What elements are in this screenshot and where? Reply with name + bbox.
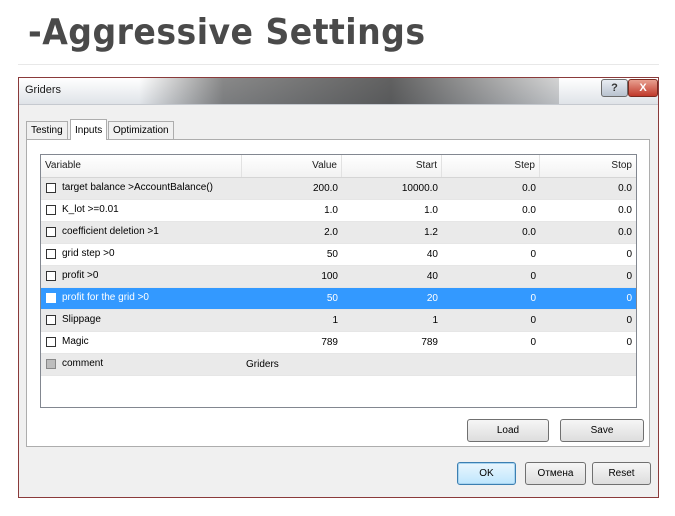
value-cell[interactable]: 200.0	[242, 178, 342, 199]
optimize-checkbox[interactable]	[46, 227, 56, 237]
tab-testing[interactable]: Testing	[26, 121, 68, 139]
titlebar-background-chart	[139, 78, 559, 104]
tab-optimization[interactable]: Optimization	[108, 121, 174, 139]
value-cell[interactable]: 1	[242, 310, 342, 331]
start-cell[interactable]: 40	[342, 244, 442, 265]
ok-button[interactable]: OK	[457, 462, 516, 485]
step-cell[interactable]: 0	[442, 310, 540, 331]
step-cell[interactable]: 0.0	[442, 200, 540, 221]
window-titlebar[interactable]: Griders ? X	[19, 78, 658, 105]
optimize-checkbox[interactable]	[46, 249, 56, 259]
start-cell[interactable]: 789	[342, 332, 442, 353]
load-button[interactable]: Load	[467, 419, 549, 442]
stop-cell[interactable]: 0	[540, 266, 636, 287]
start-cell[interactable]: 1.0	[342, 200, 442, 221]
stop-cell[interactable]: 0	[540, 288, 636, 309]
table-row[interactable]: target balance >AccountBalance() 200.0 100…	[41, 178, 636, 200]
stop-cell[interactable]: 0.0	[540, 222, 636, 243]
griders-dialog: Griders ? X Testing Inputs Optimization …	[18, 77, 659, 498]
help-button[interactable]: ?	[601, 79, 628, 97]
slide-title: -Aggressive Settings	[28, 12, 426, 53]
value-cell[interactable]: 1.0	[242, 200, 342, 221]
table-row[interactable]: coefficient deletion >1 2.0 1.2 0.0 0.0	[41, 222, 636, 244]
value-cell[interactable]: 100	[242, 266, 342, 287]
variable-label: comment	[62, 358, 104, 369]
variable-label: profit >0	[62, 270, 99, 281]
variable-cell: comment	[41, 354, 242, 375]
table-body: target balance >AccountBalance() 200.0 100…	[41, 178, 636, 376]
stop-cell[interactable]: 0	[540, 332, 636, 353]
variable-label: profit for the grid >0	[62, 292, 149, 303]
table-header: Variable Value Start Step Stop	[41, 155, 636, 178]
optimize-checkbox[interactable]	[46, 315, 56, 325]
variable-cell: target balance >AccountBalance()	[41, 178, 242, 199]
optimize-checkbox[interactable]	[46, 293, 56, 303]
close-button[interactable]: X	[628, 79, 658, 97]
tab-inputs[interactable]: Inputs	[70, 119, 108, 140]
variable-cell: grid step >0	[41, 244, 242, 265]
value-cell[interactable]: 50	[242, 244, 342, 265]
variable-label: K_lot >=0.01	[62, 204, 119, 215]
variable-cell: profit >0	[41, 266, 242, 287]
step-cell[interactable]: 0	[442, 266, 540, 287]
variable-cell: Magic	[41, 332, 242, 353]
cancel-button[interactable]: Отмена	[525, 462, 586, 485]
variable-label: target balance >AccountBalance()	[62, 182, 213, 193]
optimize-checkbox	[46, 359, 56, 369]
start-cell[interactable]: 10000.0	[342, 178, 442, 199]
save-button[interactable]: Save	[560, 419, 644, 442]
optimize-checkbox[interactable]	[46, 205, 56, 215]
table-row[interactable]: comment Griders	[41, 354, 636, 376]
table-row[interactable]: K_lot >=0.01 1.0 1.0 0.0 0.0	[41, 200, 636, 222]
start-cell[interactable]: 1	[342, 310, 442, 331]
variable-cell: Slippage	[41, 310, 242, 331]
variable-label: Slippage	[62, 314, 101, 325]
variable-cell: K_lot >=0.01	[41, 200, 242, 221]
start-cell[interactable]: 1.2	[342, 222, 442, 243]
stop-cell[interactable]: 0.0	[540, 178, 636, 199]
value-cell[interactable]: 789	[242, 332, 342, 353]
column-header-start[interactable]: Start	[342, 155, 442, 177]
start-cell[interactable]: 20	[342, 288, 442, 309]
start-cell[interactable]: 40	[342, 266, 442, 287]
stop-cell[interactable]: 0.0	[540, 200, 636, 221]
table-row[interactable]: profit for the grid >0 50 20 0 0	[41, 288, 636, 310]
variable-label: coefficient deletion >1	[62, 226, 159, 237]
table-row[interactable]: Slippage 1 1 0 0	[41, 310, 636, 332]
table-row[interactable]: Magic 789 789 0 0	[41, 332, 636, 354]
optimize-checkbox[interactable]	[46, 271, 56, 281]
inputs-table: Variable Value Start Step Stop target ba…	[40, 154, 637, 408]
step-cell[interactable]: 0	[442, 288, 540, 309]
step-cell[interactable]: 0.0	[442, 178, 540, 199]
variable-cell: profit for the grid >0	[41, 288, 242, 309]
column-header-value[interactable]: Value	[242, 155, 342, 177]
variable-cell: coefficient deletion >1	[41, 222, 242, 243]
column-header-variable[interactable]: Variable	[41, 155, 242, 177]
step-cell[interactable]: 0.0	[442, 222, 540, 243]
column-header-step[interactable]: Step	[442, 155, 540, 177]
title-divider	[18, 64, 659, 65]
value-cell[interactable]: Griders	[242, 354, 636, 375]
stop-cell[interactable]: 0	[540, 244, 636, 265]
optimize-checkbox[interactable]	[46, 337, 56, 347]
step-cell[interactable]: 0	[442, 244, 540, 265]
table-row[interactable]: profit >0 100 40 0 0	[41, 266, 636, 288]
column-header-stop[interactable]: Stop	[540, 155, 636, 177]
optimize-checkbox[interactable]	[46, 183, 56, 193]
table-row[interactable]: grid step >0 50 40 0 0	[41, 244, 636, 266]
step-cell[interactable]: 0	[442, 332, 540, 353]
value-cell[interactable]: 50	[242, 288, 342, 309]
variable-label: grid step >0	[62, 248, 115, 259]
stop-cell[interactable]: 0	[540, 310, 636, 331]
variable-label: Magic	[62, 336, 89, 347]
inputs-panel: Variable Value Start Step Stop target ba…	[26, 139, 650, 447]
reset-button[interactable]: Reset	[592, 462, 651, 485]
value-cell[interactable]: 2.0	[242, 222, 342, 243]
window-title: Griders	[25, 84, 62, 96]
